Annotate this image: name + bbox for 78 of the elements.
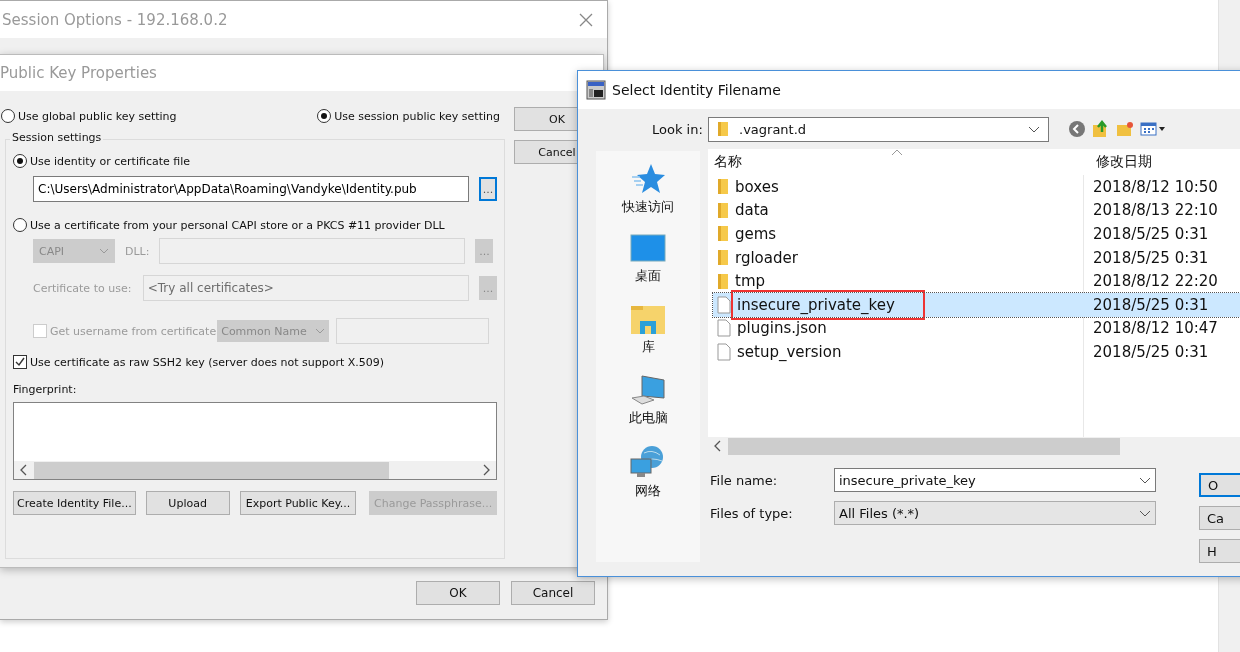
- checkbox[interactable]: [13, 355, 27, 369]
- place-item[interactable]: 快速访问: [622, 163, 674, 216]
- dialog-title: Select Identity Filename: [612, 82, 781, 98]
- file-row[interactable]: insecure_private_key 2018/5/25 0:31: [713, 292, 1240, 317]
- horizontal-scrollbar[interactable]: [14, 461, 496, 479]
- window-title: Session Options - 192.168.0.2: [2, 10, 228, 29]
- file-row[interactable]: plugins.json 2018/8/12 10:47: [713, 316, 1240, 341]
- scroll-left-icon[interactable]: [20, 464, 28, 476]
- scroll-left-icon[interactable]: [714, 440, 722, 452]
- computer-icon: [630, 374, 666, 406]
- file-type-dropdown[interactable]: All Files (*.*): [834, 501, 1156, 525]
- new-folder-icon[interactable]: [1116, 120, 1134, 138]
- fingerprint-label: Fingerprint:: [13, 383, 78, 396]
- radio-option[interactable]: Use global public key setting: [1, 105, 177, 127]
- browse-button[interactable]: ...: [479, 177, 497, 201]
- radio-icon[interactable]: [13, 154, 27, 168]
- dialog-button[interactable]: O: [1199, 473, 1240, 497]
- star-icon: [631, 163, 665, 195]
- file-row[interactable]: boxes 2018/8/12 10:50: [713, 175, 1240, 199]
- view-menu-icon[interactable]: [1140, 121, 1166, 137]
- place-item[interactable]: 网络: [630, 445, 666, 500]
- dialog-button[interactable]: Ca: [1199, 506, 1240, 530]
- dialog-button[interactable]: H: [1199, 539, 1240, 563]
- look-in-label: Look in:: [652, 121, 704, 137]
- library-icon: [630, 303, 666, 335]
- radio-option[interactable]: Use a certificate from your personal CAPI store or a PKCS #11 provider DLL: [13, 218, 497, 232]
- column-header[interactable]: 名称: [714, 153, 1090, 171]
- chevron-down-icon: [1139, 476, 1151, 484]
- radio-icon[interactable]: [317, 109, 332, 123]
- dialog-button[interactable]: OK: [416, 581, 500, 605]
- checkbox-option[interactable]: Use certificate as raw SSH2 key (server does not support X.509): [13, 355, 497, 369]
- folder-icon: [717, 201, 729, 219]
- action-button[interactable]: Export Public Key...: [239, 491, 357, 515]
- dialog-button[interactable]: Cancel: [511, 581, 595, 605]
- file-row[interactable]: rgloader 2018/5/25 0:31: [713, 245, 1240, 270]
- folder-icon: [717, 249, 729, 267]
- file-row[interactable]: setup_version 2018/5/25 0:31: [713, 340, 1240, 364]
- group-label: Session settings: [10, 131, 104, 144]
- look-in-dropdown[interactable]: .vagrant.d: [708, 116, 1049, 142]
- chevron-down-icon: [1028, 125, 1040, 133]
- action-button[interactable]: Create Identity File...: [13, 491, 136, 515]
- radio-icon[interactable]: [1, 109, 15, 123]
- folder-icon: [717, 178, 729, 196]
- file-icon: [717, 295, 731, 314]
- file-icon: [717, 342, 731, 361]
- file-row[interactable]: data 2018/8/13 22:10: [713, 198, 1240, 223]
- app-icon: [586, 80, 606, 100]
- up-folder-icon[interactable]: [1092, 120, 1110, 138]
- place-item[interactable]: 库: [630, 303, 666, 356]
- chevron-down-icon: [1139, 509, 1151, 517]
- close-icon[interactable]: [579, 12, 593, 27]
- desktop-icon: [630, 234, 666, 264]
- folder-icon: [717, 225, 729, 243]
- place-item[interactable]: 桌面: [630, 234, 666, 285]
- chevron-down-icon: [99, 248, 109, 254]
- dialog-title: Public Key Properties: [0, 64, 157, 82]
- file-name-label: File name:: [709, 472, 779, 488]
- scroll-right-icon[interactable]: [482, 464, 490, 476]
- radio-option[interactable]: Use identity or certificate file: [13, 154, 497, 168]
- place-item[interactable]: 此电脑: [628, 374, 668, 427]
- file-name-field[interactable]: insecure_private_key: [834, 468, 1156, 492]
- dll-label: DLL:: [125, 244, 150, 258]
- column-header[interactable]: 修改日期: [1090, 153, 1152, 171]
- certificate-label: Certificate to use:: [33, 281, 133, 295]
- back-icon[interactable]: [1068, 120, 1086, 138]
- file-row[interactable]: tmp 2018/8/12 22:20: [713, 269, 1240, 293]
- file-row[interactable]: gems 2018/5/25 0:31: [713, 222, 1240, 246]
- network-icon: [630, 445, 666, 479]
- file-type-label: Files of type:: [709, 505, 794, 521]
- action-button[interactable]: Upload: [145, 491, 230, 515]
- file-icon: [717, 319, 731, 338]
- folder-icon: [717, 121, 729, 137]
- radio-icon[interactable]: [13, 218, 27, 232]
- radio-option[interactable]: Use session public key setting: [317, 105, 500, 127]
- sort-icon: [891, 149, 903, 156]
- identity-path-field[interactable]: C:\Users\Administrator\AppData\Roaming\Vandyke\Identity.pub: [33, 176, 470, 202]
- folder-icon: [717, 272, 729, 290]
- chevron-down-icon: [315, 328, 326, 334]
